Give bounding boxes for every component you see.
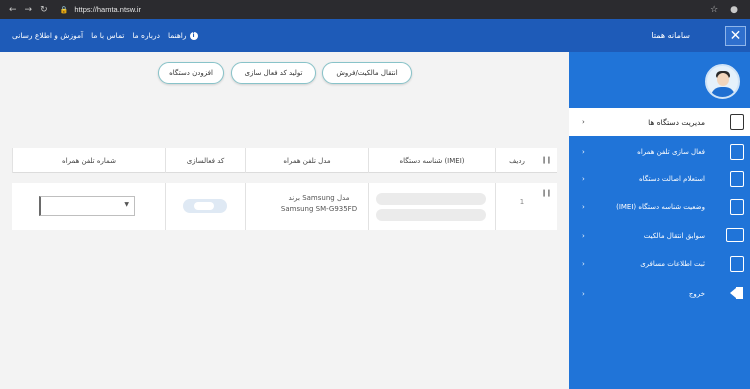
sidebar-item-activation[interactable]: › فعال سازی تلفن همراه bbox=[569, 140, 750, 164]
sidebar-item-label: سوابق انتقال مالکیت bbox=[643, 232, 705, 240]
sidebar-item-traveler-registration[interactable]: › ثبت اطلاعات مسافری bbox=[569, 252, 750, 276]
col-activation-code-label: کد فعالسازی bbox=[186, 156, 225, 165]
phone-number-select[interactable]: ▼ bbox=[39, 196, 135, 216]
close-icon: ✕ bbox=[729, 28, 742, 44]
sidebar-item-authenticity[interactable]: › استعلام اصالت دستگاه bbox=[569, 167, 750, 191]
top-nav: i راهنما درباره ما تماس با ما آموزش و اط… bbox=[12, 19, 198, 52]
row-number: 1 bbox=[519, 198, 525, 206]
generate-code-button[interactable]: تولید کد فعال سازی bbox=[231, 62, 316, 84]
star-icon[interactable]: ☆ bbox=[710, 5, 718, 15]
table-header: شماره تلفن همراه کد فعالسازی مدل تلفن هم… bbox=[12, 148, 557, 173]
header-grip-icon[interactable]: ❙❙ bbox=[541, 156, 552, 164]
forward-icon[interactable]: → bbox=[25, 5, 33, 15]
sidebar-item-label: مدیریت دستگاه ها bbox=[648, 117, 705, 127]
back-icon[interactable]: ← bbox=[9, 5, 17, 15]
transfer-icon bbox=[726, 228, 744, 242]
app-header: i راهنما درباره ما تماس با ما آموزش و اط… bbox=[0, 19, 750, 52]
col-imei-label: شناسه دستگاه (IMEI) bbox=[399, 156, 465, 165]
account-icon[interactable]: ● bbox=[730, 5, 738, 15]
phone-search-icon bbox=[730, 171, 744, 187]
device-model: برند Samsung مدل Samsung SM-G935FD bbox=[258, 193, 380, 215]
sidebar-item-device-management[interactable]: › مدیریت دستگاه ها bbox=[569, 108, 750, 136]
generate-code-label: تولید کد فعال سازی bbox=[244, 69, 303, 77]
chevron-icon: › bbox=[582, 175, 585, 183]
col-row-label: ردیف bbox=[509, 156, 525, 165]
col-model-label: مدل تلفن همراه bbox=[283, 156, 331, 165]
transfer-ownership-label: انتقال مالکیت/فروش bbox=[336, 69, 398, 77]
activation-code-field[interactable] bbox=[183, 199, 227, 213]
imei-value-1 bbox=[376, 193, 486, 205]
add-device-label: افزودن دستگاه bbox=[169, 69, 213, 77]
col-model: مدل تلفن همراه bbox=[245, 148, 368, 173]
phone-download-icon bbox=[730, 144, 744, 160]
sidebar-item-label: فعال سازی تلفن همراه bbox=[637, 148, 705, 156]
device-brand-line: برند Samsung مدل bbox=[288, 194, 350, 202]
about-link[interactable]: درباره ما bbox=[132, 31, 160, 40]
sidebar-item-label: خروج bbox=[688, 290, 705, 298]
lock-icon: 🔒 bbox=[59, 5, 69, 14]
imei-value-2 bbox=[376, 209, 486, 221]
chevron-icon: › bbox=[582, 290, 585, 298]
info-icon: i bbox=[189, 31, 198, 40]
avatar-head bbox=[717, 73, 729, 86]
user-avatar[interactable] bbox=[705, 64, 740, 99]
browser-toolbar: ← → ↻ 🔒 https://hamta.ntsw.ir ☆ ● bbox=[0, 0, 750, 19]
sidebar-item-label: وضعیت شناسه دستگاه (IMEI) bbox=[616, 203, 705, 211]
col-phone-number: شماره تلفن همراه bbox=[12, 148, 165, 173]
device-model-line: Samsung SM-G935FD bbox=[280, 205, 358, 213]
phone-plus-icon bbox=[730, 256, 744, 272]
help-link[interactable]: i راهنما bbox=[168, 31, 198, 40]
chevron-icon: › bbox=[582, 260, 585, 268]
exit-icon bbox=[730, 285, 744, 301]
sidebar-item-label: ثبت اطلاعات مسافری bbox=[640, 260, 705, 268]
col-phone-number-label: شماره تلفن همراه bbox=[62, 156, 116, 165]
browser-nav: ← → ↻ bbox=[0, 5, 48, 15]
education-link[interactable]: آموزش و اطلاع رسانی bbox=[12, 31, 83, 40]
avatar-body bbox=[711, 87, 735, 97]
sidebar: › مدیریت دستگاه ها › فعال سازی تلفن همرا… bbox=[569, 52, 750, 389]
browser-actions: ☆ ● bbox=[710, 5, 750, 15]
chevron-icon: › bbox=[582, 203, 585, 211]
dropdown-arrow-icon: ▼ bbox=[124, 201, 129, 208]
sidebar-item-transfer-history[interactable]: › سوابق انتقال مالکیت bbox=[569, 224, 750, 248]
add-device-button[interactable]: افزودن دستگاه bbox=[158, 62, 224, 84]
transfer-ownership-button[interactable]: انتقال مالکیت/فروش bbox=[322, 62, 412, 84]
sidebar-item-label: استعلام اصالت دستگاه bbox=[638, 175, 705, 183]
col-row: ردیف bbox=[495, 148, 538, 173]
reload-icon[interactable]: ↻ bbox=[40, 5, 48, 15]
table-row: ▼ برند Samsung مدل Samsung SM-G935FD 1 ❙… bbox=[12, 183, 557, 230]
chevron-icon: › bbox=[582, 118, 585, 126]
col-activation-code: کد فعالسازی bbox=[165, 148, 245, 173]
address-bar[interactable]: https://hamta.ntsw.ir bbox=[74, 5, 141, 14]
cell-imei bbox=[368, 183, 495, 230]
help-label: راهنما bbox=[167, 31, 187, 40]
sidebar-item-imei-status[interactable]: › وضعیت شناسه دستگاه (IMEI) bbox=[569, 195, 750, 219]
chevron-icon: › bbox=[582, 148, 585, 156]
sidebar-item-logout[interactable]: › خروج bbox=[569, 282, 750, 306]
main-content: افزودن دستگاه تولید کد فعال سازی انتقال … bbox=[0, 52, 569, 389]
activation-code-value bbox=[194, 202, 214, 210]
cell-row bbox=[495, 183, 538, 230]
col-imei: شناسه دستگاه (IMEI) bbox=[368, 148, 495, 173]
mobile-device-icon bbox=[730, 114, 744, 130]
row-grip-icon[interactable]: ❙❙ bbox=[541, 189, 552, 197]
phone-status-icon bbox=[730, 199, 744, 215]
brand-title: سامانه همتا bbox=[651, 31, 690, 40]
chevron-icon: › bbox=[582, 232, 585, 240]
close-menu-button[interactable]: ✕ bbox=[725, 26, 746, 46]
contact-link[interactable]: تماس با ما bbox=[91, 31, 124, 40]
